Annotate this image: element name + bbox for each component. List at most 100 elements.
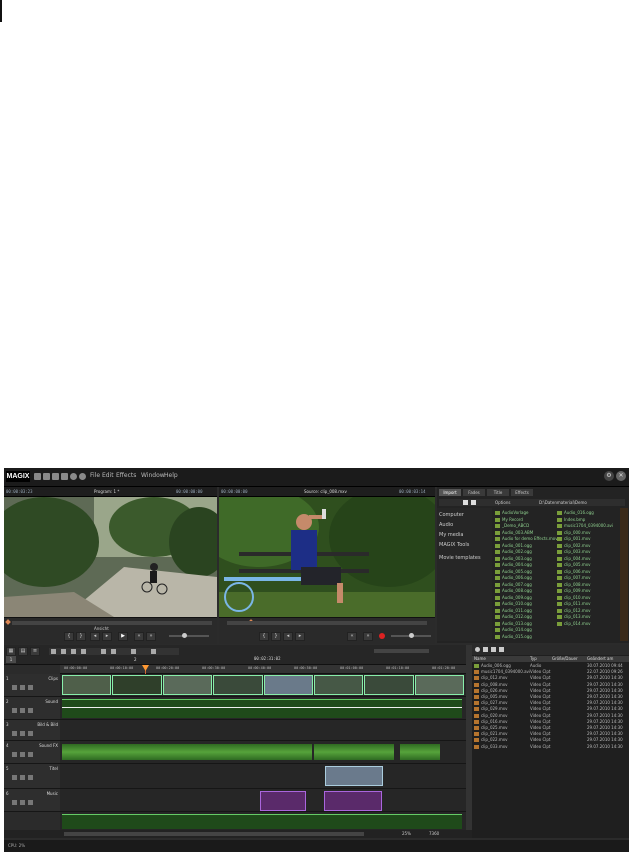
project-refresh-icon[interactable]: [475, 647, 480, 652]
file-item[interactable]: Index.bmp: [557, 517, 585, 522]
timeline-mode-icon[interactable]: ≡: [30, 647, 40, 656]
solo-icon[interactable]: [20, 731, 25, 736]
music-clip[interactable]: [62, 814, 462, 829]
file-item[interactable]: clip_012.mxv: [557, 608, 591, 613]
file-item[interactable]: clip_006.mxv: [557, 569, 591, 574]
file-item[interactable]: Audio_003.ABM: [495, 530, 533, 535]
source-scrub-ruler[interactable]: [227, 621, 427, 625]
track-tab-2[interactable]: 2: [134, 656, 174, 663]
file-item[interactable]: clip_008.mxv: [557, 582, 591, 587]
new-project-icon[interactable]: [34, 473, 41, 480]
project-list-row[interactable]: clip_033.mxv Video Clpt 29.07.2010 14:30: [472, 744, 629, 750]
menu-file[interactable]: File: [90, 472, 100, 479]
close-icon[interactable]: ✕: [616, 471, 626, 481]
playhead-marker-icon[interactable]: [5, 619, 11, 625]
audio-waveform-clip[interactable]: [62, 744, 312, 760]
video-clip[interactable]: [112, 675, 162, 695]
tab-effects[interactable]: Effects: [511, 489, 533, 496]
file-item[interactable]: Audio_008.ogg: [495, 588, 532, 593]
project-list-row[interactable]: clip_025.mxv Video Clpt 29.07.2010 14:30: [472, 725, 629, 731]
project-list-row[interactable]: clip_020.mxv Video Clpt 29.07.2010 14:30: [472, 713, 629, 719]
path-field[interactable]: D:\Datenmaterial\Demo: [539, 500, 587, 505]
tab-import[interactable]: Import: [439, 489, 461, 496]
folder-icon[interactable]: [471, 500, 476, 505]
mute-icon[interactable]: [12, 775, 17, 780]
solo-icon[interactable]: [20, 685, 25, 690]
rubber-band-tool-icon[interactable]: [151, 649, 156, 654]
lock-icon[interactable]: [28, 731, 33, 736]
lock-icon[interactable]: [28, 752, 33, 757]
lock-icon[interactable]: [28, 685, 33, 690]
file-item[interactable]: Audio_011.ogg: [495, 608, 532, 613]
track-header[interactable]: 3 Bild & Bild: [4, 720, 60, 741]
volume-curve[interactable]: [62, 707, 462, 708]
title-clip[interactable]: [325, 766, 383, 786]
file-item[interactable]: My Record: [495, 517, 523, 522]
track-header[interactable]: 6 Music: [4, 789, 60, 812]
effect-clip[interactable]: [260, 791, 306, 811]
mute-icon[interactable]: [12, 752, 17, 757]
project-list-row[interactable]: clip_008.mxv Video Clpt 29.07.2010 14:30: [472, 682, 629, 688]
print-icon[interactable]: [61, 473, 68, 480]
menu-effects[interactable]: Effects: [116, 472, 136, 479]
col-modified[interactable]: Geändert am: [587, 656, 613, 661]
file-item[interactable]: Audio_015.ogg: [495, 634, 532, 639]
lock-icon[interactable]: [28, 708, 33, 713]
tab-title[interactable]: Title: [487, 489, 509, 496]
project-list-row[interactable]: clip_027.mxv Video Clpt 29.07.2010 14:30: [472, 700, 629, 706]
jump-forward-button[interactable]: »: [146, 632, 156, 641]
video-clip[interactable]: [213, 675, 263, 695]
project-list-row[interactable]: clip_016.mxv Video Clpt 29.07.2010 14:30: [472, 719, 629, 725]
solo-icon[interactable]: [20, 708, 25, 713]
tab-fades[interactable]: Fades: [463, 489, 485, 496]
text-tool-icon[interactable]: [111, 649, 116, 654]
source-volume-knob[interactable]: [409, 633, 414, 638]
storyboard-mode-icon[interactable]: ▦: [6, 647, 16, 656]
flag-tool-icon[interactable]: [131, 649, 136, 654]
effect-clip[interactable]: [324, 791, 382, 811]
project-list-row[interactable]: clip_026.mxv Video Clpt 29.07.2010 14:30: [472, 688, 629, 694]
project-list-row[interactable]: clip_022.mxv Video Clpt 29.07.2010 14:30: [472, 737, 629, 743]
pointer-tool-icon[interactable]: [51, 649, 56, 654]
scene-mode-icon[interactable]: ▤: [18, 647, 28, 656]
file-item[interactable]: Audio_002.ogg: [495, 549, 532, 554]
nav-computer[interactable]: Computer: [439, 512, 464, 518]
source-insert-button[interactable]: «: [347, 632, 357, 641]
nav-my-media[interactable]: My media: [439, 532, 463, 538]
volume-slider-track[interactable]: [169, 635, 209, 637]
video-clip[interactable]: [162, 675, 213, 695]
video-clip[interactable]: [62, 675, 112, 695]
project-list-row[interactable]: clip_012.mxv Video Clpt 29.07.2010 14:30: [472, 675, 629, 681]
solo-icon[interactable]: [20, 775, 25, 780]
nav-magix-tools[interactable]: MAGIX Tools: [439, 542, 469, 548]
source-step-forward-button[interactable]: ▸: [295, 632, 305, 641]
settings-icon[interactable]: ⚙: [604, 471, 614, 481]
file-item[interactable]: clip_002.mxv: [557, 543, 591, 548]
col-name[interactable]: Name: [474, 656, 486, 661]
file-item[interactable]: clip_005.mxv: [557, 562, 591, 567]
menu-help[interactable]: Help: [164, 472, 178, 479]
menu-edit[interactable]: Edit: [102, 472, 114, 479]
file-item[interactable]: clip_007.mxv: [557, 575, 591, 580]
source-step-back-button[interactable]: ◂: [283, 632, 293, 641]
step-forward-button[interactable]: ▸: [102, 632, 112, 641]
track-header[interactable]: 5 Titel: [4, 764, 60, 789]
project-list-row[interactable]: clip_021.mxv Video Clpt 29.07.2010 14:30: [472, 731, 629, 737]
file-item[interactable]: Audio_003.ogg: [495, 556, 532, 561]
file-item[interactable]: clip_001.mxv: [557, 536, 591, 541]
step-back-button[interactable]: ◂: [90, 632, 100, 641]
menu-window[interactable]: Window: [141, 472, 165, 479]
file-item[interactable]: clip_014.mxv: [557, 621, 591, 626]
nav-movie-templates[interactable]: Movie templates: [439, 555, 481, 561]
file-item[interactable]: _Demo_ABCD: [495, 523, 529, 528]
open-icon[interactable]: [43, 473, 50, 480]
mute-icon[interactable]: [12, 685, 17, 690]
file-item[interactable]: clip_013.mxv: [557, 614, 591, 619]
timeline-hscrollbar[interactable]: [64, 832, 364, 836]
timeline-ruler[interactable]: 00:00:00:00 00:00:10:00 00:00:20:00 00:00:3…: [60, 665, 466, 674]
file-item[interactable]: Audio_013.ogg: [495, 621, 532, 626]
source-mark-out-button[interactable]: }: [271, 632, 281, 641]
marker-tool-icon[interactable]: [101, 649, 106, 654]
file-item[interactable]: Audio_009.ogg: [495, 595, 532, 600]
track-header[interactable]: 1 Clips: [4, 674, 60, 697]
